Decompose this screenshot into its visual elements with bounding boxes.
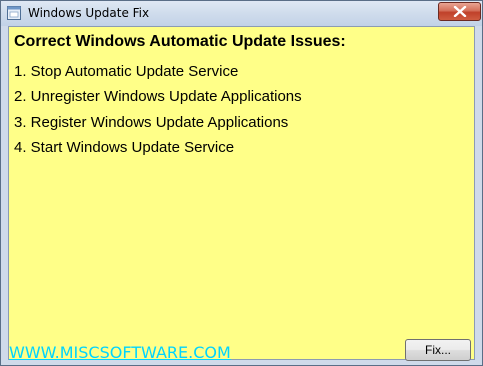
close-button[interactable]	[438, 2, 481, 21]
step-item: 4. Start Windows Update Service	[14, 138, 235, 156]
close-icon	[453, 6, 467, 17]
title-bar[interactable]: Windows Update Fix	[1, 1, 482, 26]
window-title: Windows Update Fix	[28, 6, 150, 20]
steps-list: 1. Stop Automatic Update Service 2. Unre…	[14, 63, 302, 164]
fix-button[interactable]: Fix...	[405, 339, 471, 361]
main-panel: Correct Windows Automatic Update Issues:…	[8, 26, 475, 362]
step-item: 1. Stop Automatic Update Service	[14, 63, 239, 80]
app-window: Windows Update Fix Correct Windows Autom…	[0, 0, 483, 366]
website-link[interactable]: WWW.MISCSOFTWARE.COM	[9, 343, 231, 362]
step-item: 2. Unregister Windows Update Application…	[14, 88, 302, 106]
page-heading: Correct Windows Automatic Update Issues:	[14, 33, 346, 50]
app-icon	[7, 6, 21, 20]
step-item: 3. Register Windows Update Applications	[14, 113, 289, 131]
